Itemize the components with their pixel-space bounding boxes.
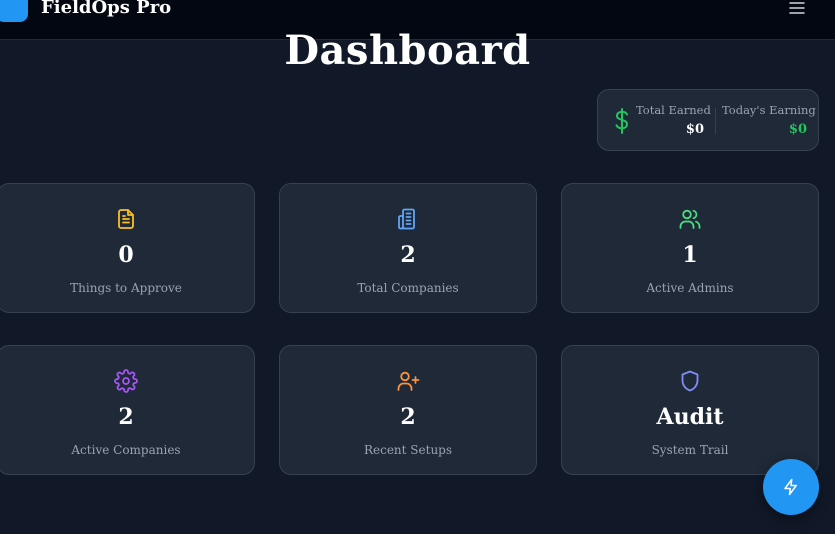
quick-action-button[interactable] <box>763 459 819 515</box>
stat-card-active-companies[interactable]: 2 Active Companies <box>0 345 255 475</box>
menu-button[interactable] <box>787 0 807 17</box>
user-plus-icon <box>397 371 420 391</box>
stat-label: Active Companies <box>71 443 181 457</box>
earnings-card: Total Earned $0 Today's Earning $0 <box>597 89 819 151</box>
total-earned-value: $0 <box>685 122 704 137</box>
lightning-icon <box>784 478 797 496</box>
stat-label: Things to Approve <box>70 281 182 295</box>
users-icon <box>679 209 701 229</box>
earnings-divider <box>715 108 716 134</box>
stat-value: 2 <box>400 242 416 268</box>
stat-card-total-companies[interactable]: 2 Total Companies <box>279 183 537 313</box>
stat-card-system-trail[interactable]: Audit System Trail <box>561 345 819 475</box>
stat-value: Audit <box>656 404 724 430</box>
app-logo[interactable] <box>0 0 28 22</box>
stat-card-things-to-approve[interactable]: 0 Things to Approve <box>0 183 255 313</box>
document-icon <box>118 209 134 229</box>
building-icon <box>398 208 415 230</box>
stat-card-recent-setups[interactable]: 2 Recent Setups <box>279 345 537 475</box>
todays-earning: Today's Earning $0 <box>722 103 816 140</box>
stat-label: Active Admins <box>646 281 734 295</box>
total-earned: Total Earned $0 <box>636 103 711 140</box>
page-title: Dashboard <box>284 27 531 74</box>
stat-value: 2 <box>118 404 134 430</box>
stat-label: Recent Setups <box>363 443 453 457</box>
stat-value: 1 <box>682 242 698 268</box>
dollar-icon <box>615 108 628 134</box>
gear-icon <box>114 369 138 393</box>
stat-card-active-admins[interactable]: 1 Active Admins <box>561 183 819 313</box>
todays-earning-label: Today's Earning <box>722 103 816 117</box>
stat-value: 2 <box>400 404 416 430</box>
dashboard-page: FieldOps Pro Dashboard Total Earned $0 T… <box>0 0 835 534</box>
shield-icon <box>681 370 699 392</box>
app-title: FieldOps Pro <box>41 0 172 18</box>
stat-value: 0 <box>118 242 134 268</box>
hamburger-menu-icon <box>789 2 805 14</box>
stat-label: System Trail <box>651 443 729 457</box>
todays-earning-value: $0 <box>788 122 807 137</box>
total-earned-label: Total Earned <box>636 103 711 117</box>
stat-label: Total Companies <box>357 281 459 295</box>
